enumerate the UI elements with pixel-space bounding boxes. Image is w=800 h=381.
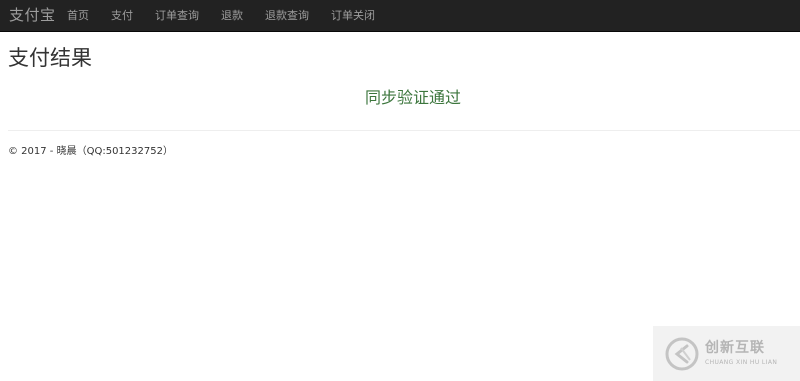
footer-copyright: © 2017 - 晓晨（QQ:501232752） — [8, 146, 173, 157]
nav-item-refund[interactable]: 退款 — [210, 0, 254, 31]
nav-item-pay[interactable]: 支付 — [100, 0, 144, 31]
top-navbar: 支付宝 首页 支付 订单查询 退款 退款查询 订单关闭 — [0, 0, 800, 32]
chuangxin-logo-icon — [665, 337, 699, 371]
result-message: 同步验证通过 — [364, 88, 461, 107]
brand-link[interactable]: 支付宝 — [9, 5, 56, 25]
watermark-subtitle: CHUANG XIN HU LIAN — [705, 359, 778, 366]
page-title: 支付结果 — [8, 46, 92, 70]
footer-divider — [8, 130, 800, 131]
nav-item-order-query[interactable]: 订单查询 — [144, 0, 210, 31]
nav-menu: 首页 支付 订单查询 退款 退款查询 订单关闭 — [56, 0, 386, 31]
watermark-logo: 创新互联 CHUANG XIN HU LIAN — [653, 326, 800, 381]
nav-item-home[interactable]: 首页 — [56, 0, 100, 31]
nav-item-refund-query[interactable]: 退款查询 — [254, 0, 320, 31]
nav-item-order-close[interactable]: 订单关闭 — [320, 0, 386, 31]
watermark-title: 创新互联 — [705, 340, 765, 356]
